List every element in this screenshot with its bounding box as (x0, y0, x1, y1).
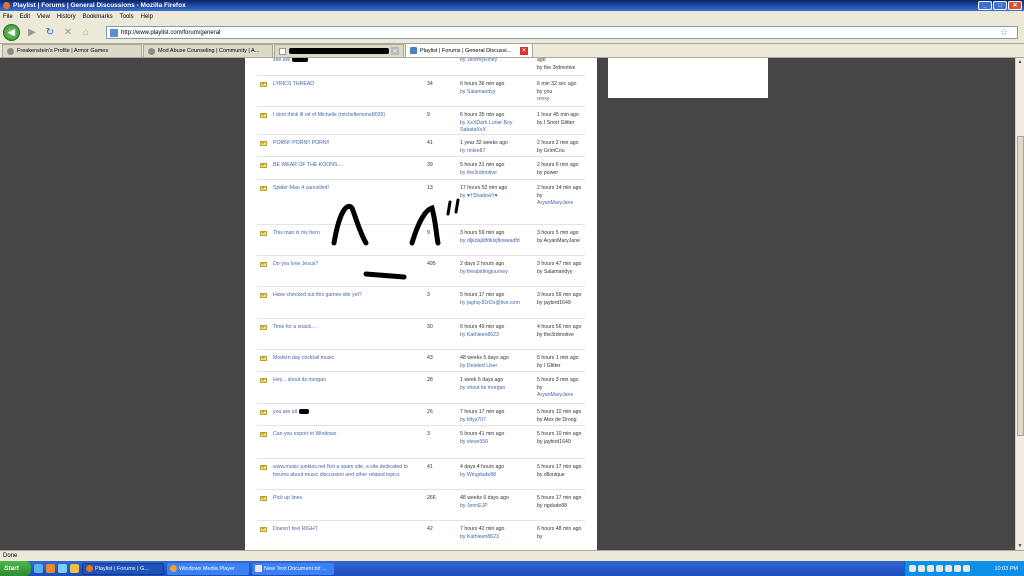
window-titlebar[interactable]: Playlist | Forums | General Discussions … (0, 0, 1024, 11)
doodle-left-brow (331, 203, 369, 246)
tab-playlist[interactable]: Playlist | Forums | General Discussi... … (405, 43, 533, 57)
reload-icon[interactable]: ↻ (44, 26, 56, 38)
tab-label: Mod Abuse Counseling | Community | A... (158, 48, 260, 54)
window-title: Playlist | Forums | General Discussions … (13, 2, 186, 9)
clock: 10:03 PM (994, 565, 1018, 572)
scroll-up-icon[interactable]: ▲ (1016, 58, 1024, 66)
ie-quicklaunch-icon[interactable] (58, 564, 67, 573)
menu-edit[interactable]: Edit (20, 14, 30, 20)
status-text: Done (3, 553, 18, 559)
tab-mod-abuse[interactable]: Mod Abuse Counseling | Community | A... (143, 44, 273, 57)
notepad-icon (255, 565, 262, 572)
task-label: Playlist | Forums | G... (95, 565, 149, 572)
show-desktop-icon[interactable] (34, 564, 43, 573)
menu-file[interactable]: File (3, 14, 13, 20)
doodle-quote-mark-1 (446, 200, 452, 216)
bookmark-star-icon[interactable]: ☆ (1000, 27, 1008, 38)
task-notepad[interactable]: New Text Document.txt ... (252, 562, 334, 575)
vertical-scrollbar[interactable]: ▲ ▼ (1015, 58, 1024, 550)
doodle-quote-mark-2 (454, 198, 460, 214)
tab-close-icon[interactable]: ✕ (520, 46, 528, 55)
minimize-button[interactable]: _ (978, 1, 992, 10)
firefox-icon (86, 565, 93, 572)
page-icon (279, 47, 286, 55)
windows-taskbar: Start Playlist | Forums | G... Windows M… (0, 561, 1024, 576)
forward-arrow-icon[interactable]: ▶ (26, 26, 38, 38)
tab-favicon (410, 47, 417, 54)
menu-history[interactable]: History (57, 14, 76, 20)
tray-icon[interactable] (963, 565, 970, 572)
tray-icon[interactable] (918, 565, 925, 572)
menu-bookmarks[interactable]: Bookmarks (83, 14, 113, 20)
tray-icon[interactable] (945, 565, 952, 572)
tab-close-icon[interactable]: ✕ (391, 47, 399, 55)
folder-quicklaunch-icon[interactable] (70, 564, 79, 573)
tab-redacted[interactable]: ✕ (274, 44, 404, 57)
window-controls: _ □ ✕ (978, 1, 1022, 10)
url-text[interactable]: http://www.playlist.com/forum/general (121, 30, 220, 36)
task-label: Windows Media Player (179, 565, 235, 572)
firefox-icon (3, 2, 10, 9)
close-window-button[interactable]: ✕ (1008, 1, 1022, 10)
task-label: New Text Document.txt ... (264, 565, 327, 572)
tab-label: Playlist | Forums | General Discussi... (420, 47, 512, 54)
scroll-thumb[interactable] (1017, 136, 1024, 436)
menu-view[interactable]: View (37, 14, 50, 20)
tab-favicon (148, 47, 155, 55)
status-bar: Done (0, 550, 1024, 561)
media-player-icon (170, 565, 177, 572)
system-tray: 10:03 PM (904, 561, 1024, 576)
back-arrow-icon[interactable]: ◀ (3, 23, 20, 41)
menu-tools[interactable]: Tools (120, 14, 134, 20)
start-button[interactable]: Start (0, 561, 31, 576)
menu-bar: File Edit View History Bookmarks Tools H… (0, 11, 1024, 22)
doodle-mouth (363, 271, 407, 280)
doodle-right-brow (409, 204, 441, 246)
menu-help[interactable]: Help (141, 14, 153, 20)
page-viewport: see are by JeremyRiney ago by the 3rdmotive… (0, 58, 1015, 550)
tray-icon[interactable] (954, 565, 961, 572)
scroll-down-icon[interactable]: ▼ (1016, 542, 1024, 550)
tray-icon[interactable] (927, 565, 934, 572)
address-bar[interactable]: http://www.playlist.com/forum/general ☆ (106, 26, 1018, 39)
tab-armor-games[interactable]: Freakenstein's Profile | Armor Games (2, 44, 142, 57)
maximize-button[interactable]: □ (993, 1, 1007, 10)
tray-icon[interactable] (909, 565, 916, 572)
stop-icon[interactable]: ✕ (62, 26, 74, 38)
home-icon[interactable]: ⌂ (80, 26, 92, 38)
task-firefox[interactable]: Playlist | Forums | G... (82, 562, 164, 575)
tab-label: Freakenstein's Profile | Armor Games (17, 48, 109, 54)
firefox-quicklaunch-icon[interactable] (46, 564, 55, 573)
hand-drawn-face-doodle (331, 198, 460, 280)
redaction-mark (289, 48, 389, 54)
tab-favicon (7, 47, 14, 55)
start-label: Start (4, 565, 19, 572)
task-media-player[interactable]: Windows Media Player (167, 562, 249, 575)
site-favicon (110, 29, 118, 37)
tray-icon[interactable] (936, 565, 943, 572)
tab-bar: Freakenstein's Profile | Armor Games Mod… (0, 43, 1024, 58)
